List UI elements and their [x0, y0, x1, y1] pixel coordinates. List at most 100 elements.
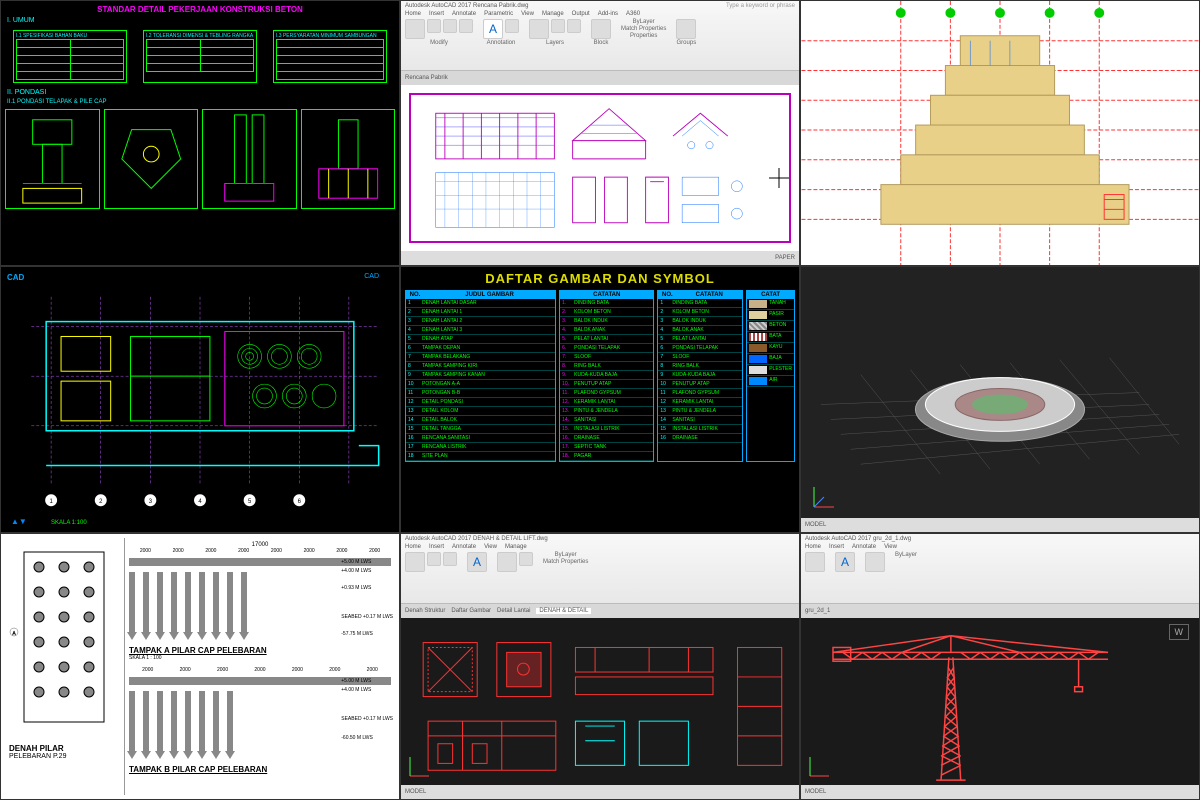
ribbon: Autodesk AutoCAD 2017 DENAH & DETAIL LIF… [401, 534, 799, 604]
tool-icon[interactable] [505, 19, 519, 33]
cad-logo: CAD [364, 273, 379, 280]
list-row: 15INSTALASI LISTRIK [658, 425, 742, 434]
list-row: 5.PELAT LANTAI [560, 335, 653, 344]
list-row: 1DENAH LANTAI DASAR [406, 299, 555, 308]
tile-building-section [800, 0, 1200, 266]
req-table [276, 39, 384, 80]
list-row: 12KERAMIK LANTAI [658, 398, 742, 407]
menu-item[interactable]: Home [805, 544, 821, 550]
menu-item[interactable]: Manage [542, 11, 564, 17]
tool-icon[interactable] [405, 19, 425, 39]
menu-item[interactable]: Insert [829, 544, 844, 550]
menu-item[interactable]: A360 [626, 11, 640, 17]
bylayer-dropdown[interactable]: ByLayer [895, 552, 917, 558]
layer-icon[interactable] [865, 552, 885, 572]
file-tab[interactable]: Daftar Gambar [451, 608, 491, 614]
space-indicator[interactable]: PAPER [775, 255, 795, 261]
tool-icon[interactable] [459, 19, 473, 33]
logo: ▲▼ [11, 517, 27, 526]
menu-item[interactable]: Insert [429, 11, 444, 17]
list-row: 18SITE PLAN [406, 452, 555, 461]
text-icon[interactable]: A [483, 19, 503, 39]
layer-icon[interactable] [497, 552, 517, 572]
tool-icon[interactable] [443, 19, 457, 33]
list-row: 6.PONDASI TELAPAK [560, 344, 653, 353]
viewcube[interactable]: W [1169, 624, 1190, 640]
space-indicator[interactable]: MODEL [405, 789, 426, 795]
group-icon[interactable] [676, 19, 696, 39]
legend-row: BAJA [747, 354, 794, 365]
search-hint[interactable]: Type a keyword or phrase [726, 3, 795, 9]
bylayer-dropdown[interactable]: ByLayer [633, 19, 655, 25]
list-row: 3.BALOK INDUK [560, 317, 653, 326]
list-row: 16DRAINASE [658, 434, 742, 443]
menu-item[interactable]: Annotate [852, 544, 876, 550]
tool-icon[interactable] [519, 552, 533, 566]
plan-title: DENAH PILAR [9, 744, 120, 753]
scale-label: SKALA 1:100 [51, 520, 87, 526]
list-row: 7TAMPAK BELAKANG [406, 353, 555, 362]
space-indicator[interactable]: MODEL [805, 522, 826, 528]
tool-icon[interactable] [427, 19, 441, 33]
list-row: 7.SLOOF [560, 353, 653, 362]
file-tabs: Denah Struktur Daftar Gambar Detail Lantai… [401, 604, 799, 618]
drawing-title: STANDAR DETAIL PEKERJAAN KONSTRUKSI BETO… [1, 5, 399, 14]
list-row: 1DINDING BATA [658, 299, 742, 308]
list-row: 4.BALOK ANAK [560, 326, 653, 335]
file-tab[interactable]: Denah Struktur [405, 608, 445, 614]
list-row: 11PLAFOND GYPSUM [658, 389, 742, 398]
app-title: Autodesk AutoCAD 2017 Rencana Pabrik.dwg [405, 3, 528, 9]
menu-bar: Home Insert Annotate View Manage [405, 544, 795, 550]
menu-item[interactable]: Home [405, 544, 421, 550]
drawing-canvas[interactable] [401, 618, 799, 785]
menu-item[interactable]: Manage [505, 544, 527, 550]
tool-icon[interactable] [427, 552, 441, 566]
drawing-canvas[interactable] [401, 85, 799, 251]
menu-item[interactable]: Parametric [484, 11, 513, 17]
menu-item[interactable]: Output [572, 11, 590, 17]
menu-item[interactable]: Annotate [452, 544, 476, 550]
scale-label: SKALA 1 : 100 [129, 655, 391, 661]
list-row: 9.KUDA-KUDA BAJA [560, 371, 653, 380]
tool-icon[interactable] [567, 19, 581, 33]
list-row: 9TAMPAK SAMPING KANAN [406, 371, 555, 380]
file-tab[interactable]: DENAH & DETAIL [536, 608, 591, 614]
list-row: 6TAMPAK DEPAN [406, 344, 555, 353]
text-icon[interactable]: A [835, 552, 855, 572]
menu-item[interactable]: Home [405, 11, 421, 17]
notes-table: CATATAN 1.DINDING BATA2.KOLOM BETON3.BAL… [559, 290, 654, 462]
menu-item[interactable]: View [521, 11, 534, 17]
symbol-table: NO.CATATAN 1DINDING BATA2KOLOM BETON3BAL… [657, 290, 743, 462]
menu-item[interactable]: Add-ins [598, 11, 618, 17]
space-indicator[interactable]: MODEL [805, 789, 826, 795]
menu-item[interactable]: View [884, 544, 897, 550]
dim-row: 20002000200020002000200020002000 [129, 548, 391, 554]
text-icon[interactable]: A [467, 552, 487, 572]
legend-row: BETON [747, 321, 794, 332]
layer-icon[interactable] [529, 19, 549, 39]
file-tab[interactable]: Detail Lantai [497, 608, 530, 614]
legend-table: CATAT TANAHPASIRBETONBATAKAYUBAJAPLESTER… [746, 290, 795, 462]
file-tab[interactable]: gru_2d_1 [805, 608, 830, 614]
legend-row: AIR [747, 376, 794, 387]
tool-icon[interactable] [805, 552, 825, 572]
3d-viewport[interactable]: Press Spacebar to cycle options [801, 267, 1199, 532]
match-properties[interactable]: Match Properties [621, 26, 666, 32]
menu-item[interactable]: View [484, 544, 497, 550]
tool-icon[interactable] [443, 552, 457, 566]
bylayer-dropdown[interactable]: ByLayer [555, 552, 577, 558]
plan-view: A DENAH PILAR PELEBARAN P.29 [5, 538, 125, 795]
file-tab[interactable]: Rencana Pabrik [405, 75, 448, 81]
match-properties[interactable]: Match Properties [543, 559, 588, 565]
plan-subtitle: PELEBARAN P.29 [9, 753, 120, 760]
tile-autocad-factory: Autodesk AutoCAD 2017 Rencana Pabrik.dwg… [400, 0, 800, 266]
tool-icon[interactable] [551, 19, 565, 33]
drawing-canvas[interactable]: W [801, 618, 1199, 785]
block-icon[interactable] [591, 19, 611, 39]
list-row: 2.KOLOM BETON [560, 308, 653, 317]
menu-item[interactable]: Insert [429, 544, 444, 550]
list-row: 3BALOK INDUK [658, 317, 742, 326]
legend-row: PASIR [747, 310, 794, 321]
tool-icon[interactable] [405, 552, 425, 572]
menu-item[interactable]: Annotate [452, 11, 476, 17]
